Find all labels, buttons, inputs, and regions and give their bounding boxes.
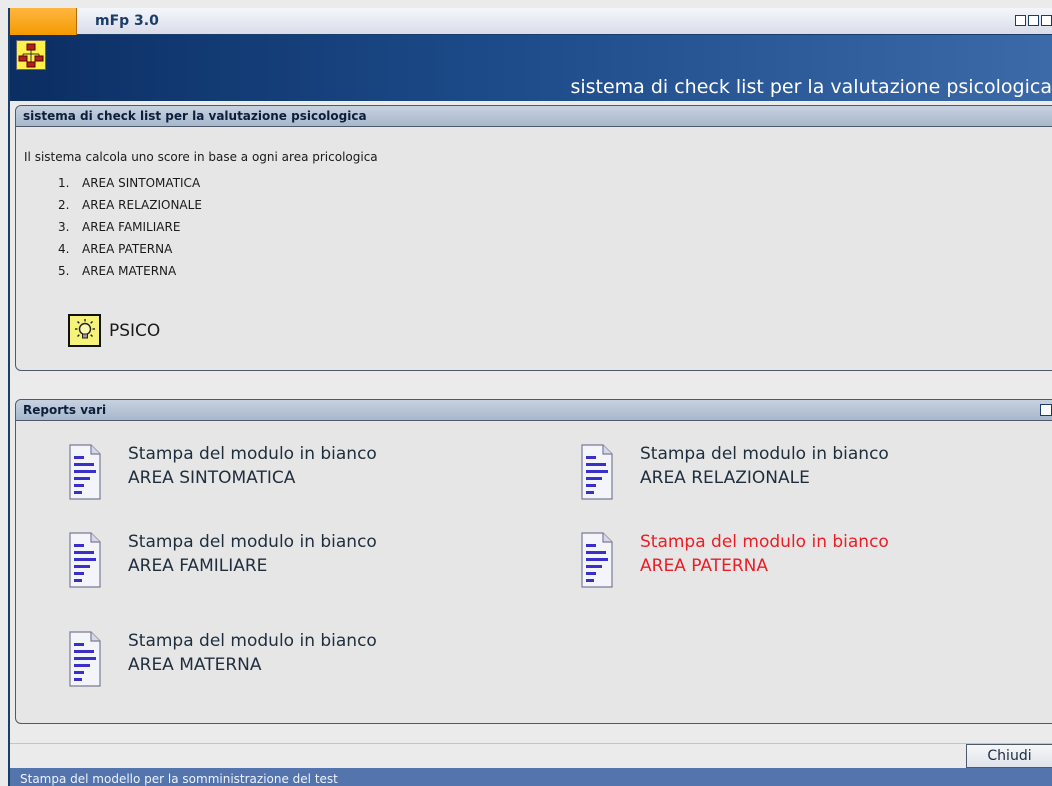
close-button[interactable]: Chiudi <box>966 744 1052 768</box>
reports-panel-header: Reports vari <box>16 400 1052 421</box>
org-chart-icon <box>16 40 46 70</box>
document-icon <box>581 444 613 500</box>
info-panel: sistema di check list per la valutazione… <box>15 105 1052 371</box>
report-area: AREA SINTOMATICA <box>128 468 296 488</box>
window-controls <box>1015 15 1052 26</box>
status-bar: Stampa del modello per la somministrazio… <box>10 768 1052 786</box>
area-list: 1. AREA SINTOMATICA 2. AREA RELAZIONALE 3.… <box>58 172 202 282</box>
document-icon <box>69 532 101 588</box>
report-area: AREA RELAZIONALE <box>640 468 810 488</box>
collapse-button[interactable] <box>1040 404 1052 416</box>
report-area: AREA FAMILIARE <box>128 556 268 576</box>
list-item: 2. AREA RELAZIONALE <box>58 198 202 212</box>
report-title: Stampa del modulo in bianco <box>128 631 377 651</box>
list-item: 5. AREA MATERNA <box>58 264 177 278</box>
bottom-bar: Chiudi <box>10 743 1052 768</box>
app-window: mFp 3.0 sistema di check list per la val… <box>8 8 1052 786</box>
title-bar-accent <box>10 8 77 35</box>
report-area: AREA MATERNA <box>128 655 262 675</box>
psico-button[interactable]: PSICO <box>68 314 160 347</box>
report-item-relazionale[interactable]: Stampa del modulo in bianco AREA RELAZIO… <box>581 442 889 500</box>
maximize-button[interactable] <box>1028 15 1039 26</box>
banner-title: sistema di check list per la valutazione… <box>570 76 1052 98</box>
psico-label: PSICO <box>109 320 161 341</box>
list-item: 3. AREA FAMILIARE <box>58 220 181 234</box>
lightbulb-icon <box>68 314 101 347</box>
reports-panel-title: Reports vari <box>23 403 107 417</box>
window-title: mFp 3.0 <box>95 13 159 29</box>
report-item-familiare[interactable]: Stampa del modulo in bianco AREA FAMILIA… <box>69 530 377 588</box>
report-item-materna[interactable]: Stampa del modulo in bianco AREA MATERNA <box>69 629 377 687</box>
info-panel-header: sistema di check list per la valutazione… <box>16 106 1052 127</box>
document-icon <box>69 444 101 500</box>
report-title: Stampa del modulo in bianco <box>640 444 889 464</box>
header-banner: sistema di check list per la valutazione… <box>10 35 1052 101</box>
title-bar: mFp 3.0 <box>10 8 1052 35</box>
list-item: 4. AREA PATERNA <box>58 242 173 256</box>
report-item-sintomatica[interactable]: Stampa del modulo in bianco AREA SINTOMA… <box>69 442 377 500</box>
list-item: 1. AREA SINTOMATICA <box>58 176 201 190</box>
report-item-paterna[interactable]: Stampa del modulo in bianco AREA PATERNA <box>581 530 889 588</box>
report-area: AREA PATERNA <box>640 556 768 576</box>
reports-panel: Reports vari Stampa del modulo in bianco… <box>15 399 1052 724</box>
intro-text: Il sistema calcola uno score in base a o… <box>24 150 378 164</box>
report-title: Stampa del modulo in bianco <box>128 532 377 552</box>
report-title: Stampa del modulo in bianco <box>640 532 889 552</box>
document-icon <box>69 631 101 687</box>
report-title: Stampa del modulo in bianco <box>128 444 377 464</box>
document-icon <box>581 532 613 588</box>
close-window-button[interactable] <box>1041 15 1052 26</box>
minimize-button[interactable] <box>1015 15 1026 26</box>
